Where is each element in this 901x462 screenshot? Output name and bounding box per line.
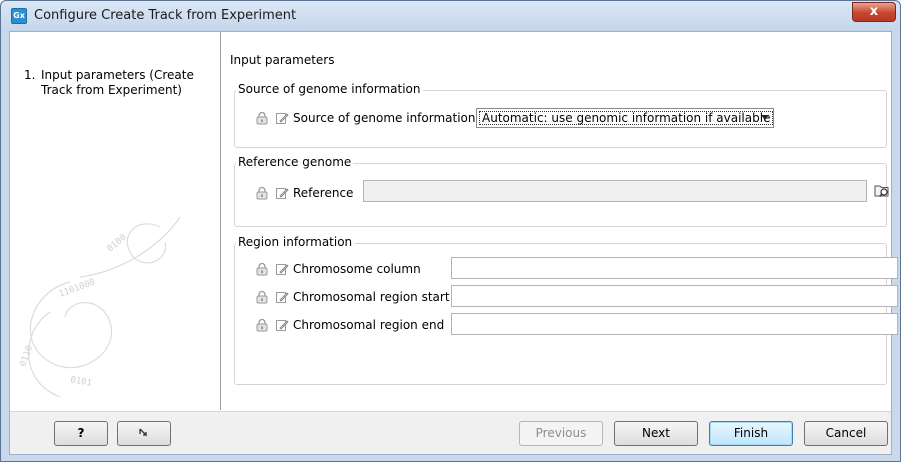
steps-panel: 1. Input parameters (Create Track from E… [10,32,221,410]
close-button[interactable]: x [852,2,896,22]
next-button[interactable]: Next [614,421,698,446]
region-group-title: Region information [236,235,355,249]
app-icon: Gx [11,8,27,24]
edit-icon[interactable] [275,186,289,200]
edit-icon[interactable] [275,111,289,125]
source-group-title: Source of genome information [236,82,423,96]
lock-icon[interactable] [255,111,269,125]
reference-input[interactable] [363,180,867,202]
svg-text:0100: 0100 [106,233,129,255]
dialog-body: 1. Input parameters (Create Track from E… [9,31,898,455]
finish-button[interactable]: Finish [709,421,793,446]
source-select[interactable]: Automatic: use genomic information if av… [476,108,774,128]
dialog-window: Gx Configure Create Track from Experimen… [0,0,901,462]
window-title: Configure Create Track from Experiment [34,8,297,23]
region-end-input[interactable] [451,313,898,335]
step-label[interactable]: Input parameters (Create Track from Expe… [41,68,216,98]
button-bar: ? Previous Next Finish Cancel [10,411,891,454]
svg-text:0110: 0110 [18,344,35,368]
lock-icon[interactable] [255,262,269,276]
region-start-label: Chromosomal region start [293,290,450,304]
reference-group-title: Reference genome [236,155,354,169]
help-button[interactable]: ? [54,421,108,446]
svg-text:1101000: 1101000 [58,277,97,299]
chromosome-column-label: Chromosome column [293,262,421,276]
reset-button[interactable] [117,421,171,446]
edit-icon[interactable] [275,262,289,276]
reference-field-label: Reference [293,186,354,200]
parameters-panel: Input parameters Source of genome inform… [222,32,898,410]
region-start-input[interactable] [451,285,898,307]
edit-icon[interactable] [275,290,289,304]
panel-title: Input parameters [230,53,335,67]
step-number: 1. [24,68,36,82]
reset-arrow-icon [139,428,147,437]
source-selected-value: Automatic: use genomic information if av… [479,111,774,125]
title-bar[interactable]: Gx Configure Create Track from Experimen… [1,1,900,31]
svg-text:0101: 0101 [69,375,92,389]
chromosome-column-input[interactable] [451,257,898,279]
edit-icon[interactable] [275,318,289,332]
cancel-button[interactable]: Cancel [804,421,888,446]
lock-icon[interactable] [255,186,269,200]
lock-icon[interactable] [255,318,269,332]
browse-search-icon[interactable] [873,182,891,200]
previous-button[interactable]: Previous [519,421,603,446]
chevron-down-icon [761,115,769,120]
watermark-spiral-icon: 0100 1101000 0110 0101 [18,216,181,398]
lock-icon[interactable] [255,290,269,304]
region-end-label: Chromosomal region end [293,318,445,332]
source-field-label: Source of genome information [293,111,476,125]
